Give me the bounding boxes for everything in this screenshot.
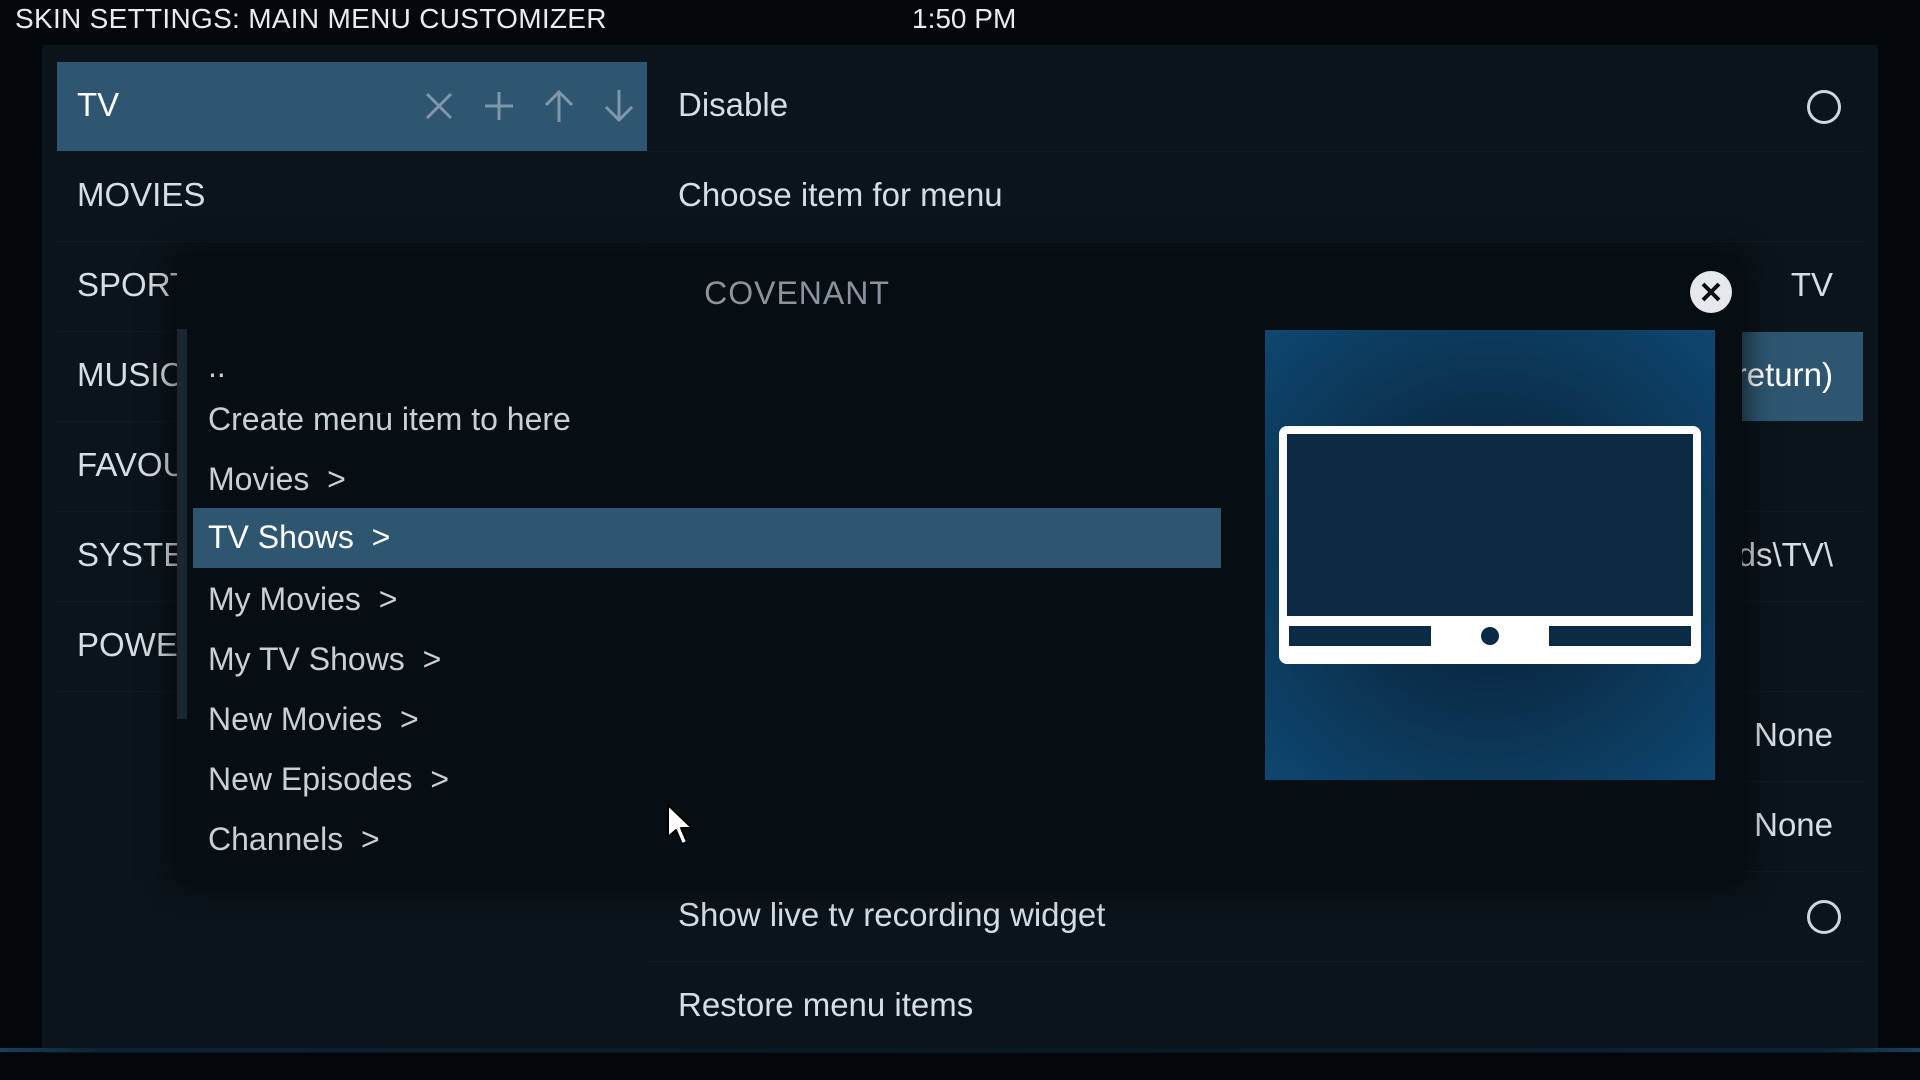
- list-item[interactable]: New Episodes >: [193, 750, 1221, 810]
- setting-restore-menu[interactable]: Restore menu items: [648, 962, 1863, 1052]
- setting-value: None: [1754, 806, 1833, 843]
- window-title: SKIN SETTINGS: MAIN MENU CUSTOMIZER: [15, 3, 607, 34]
- list-item-parent[interactable]: ..: [193, 337, 1221, 397]
- setting-disable[interactable]: Disable: [648, 62, 1863, 152]
- mouse-cursor-icon: [667, 804, 693, 845]
- popup-title: COVENANT: [704, 275, 890, 311]
- setting-value: return): [1735, 356, 1833, 393]
- setting-label: Show live tv recording widget: [678, 896, 1106, 933]
- menu-item-label: MOVIES: [77, 176, 206, 213]
- menu-item-movies[interactable]: MOVIES: [57, 152, 647, 242]
- list-item[interactable]: Create menu item to here: [193, 390, 1221, 450]
- list-item-label: New Episodes >: [208, 761, 450, 797]
- menu-item-label: TV: [77, 86, 120, 123]
- setting-value: None: [1754, 716, 1833, 753]
- menu-item-label: FAVOU: [77, 446, 187, 483]
- list-item-label: Create menu item to here: [208, 401, 571, 437]
- arrow-down-icon[interactable]: [597, 84, 641, 128]
- clock: 1:50 PM: [912, 3, 1017, 34]
- item-thumbnail: [1265, 330, 1715, 780]
- menu-item-actions: [417, 84, 641, 128]
- setting-label: Disable: [678, 86, 789, 123]
- menu-item-label: MUSIC: [77, 356, 184, 393]
- list-item-label: New Movies >: [208, 701, 419, 737]
- menu-item-tv[interactable]: TV: [57, 62, 647, 152]
- list-item-label: Channels >: [208, 821, 380, 857]
- setting-value: TV: [1790, 266, 1833, 303]
- list-item-label: ..: [208, 348, 226, 384]
- list-item-selected[interactable]: TV Shows >: [193, 508, 1221, 568]
- list-item[interactable]: My TV Shows >: [193, 630, 1221, 690]
- radio-toggle[interactable]: [1807, 900, 1841, 934]
- close-icon[interactable]: [1689, 270, 1733, 314]
- list-item-label: My Movies >: [208, 581, 398, 617]
- list-item-label: TV Shows >: [208, 519, 391, 555]
- plus-icon[interactable]: [477, 84, 521, 128]
- list-item[interactable]: My Movies >: [193, 570, 1221, 630]
- list-item-label: Movies >: [208, 461, 346, 497]
- setting-value: ds\TV\: [1737, 536, 1833, 573]
- bottom-bar: [0, 1048, 1920, 1052]
- setting-live-tv-widget[interactable]: Show live tv recording widget: [648, 872, 1863, 962]
- tv-icon: [1279, 426, 1701, 664]
- close-icon[interactable]: [417, 84, 461, 128]
- setting-label: Choose item for menu: [678, 176, 1003, 213]
- radio-toggle[interactable]: [1807, 90, 1841, 124]
- list-item[interactable]: Movies >: [193, 450, 1221, 510]
- list-item[interactable]: New Movies >: [193, 690, 1221, 750]
- top-bar: SKIN SETTINGS: MAIN MENU CUSTOMIZER 1:50…: [0, 0, 1920, 38]
- setting-label: Restore menu items: [678, 986, 974, 1023]
- list-item-label: My TV Shows >: [208, 641, 442, 677]
- setting-choose-item[interactable]: Choose item for menu: [648, 152, 1863, 242]
- list-item[interactable]: Channels >: [193, 810, 1221, 870]
- scrollbar[interactable]: [177, 329, 187, 719]
- arrow-up-icon[interactable]: [537, 84, 581, 128]
